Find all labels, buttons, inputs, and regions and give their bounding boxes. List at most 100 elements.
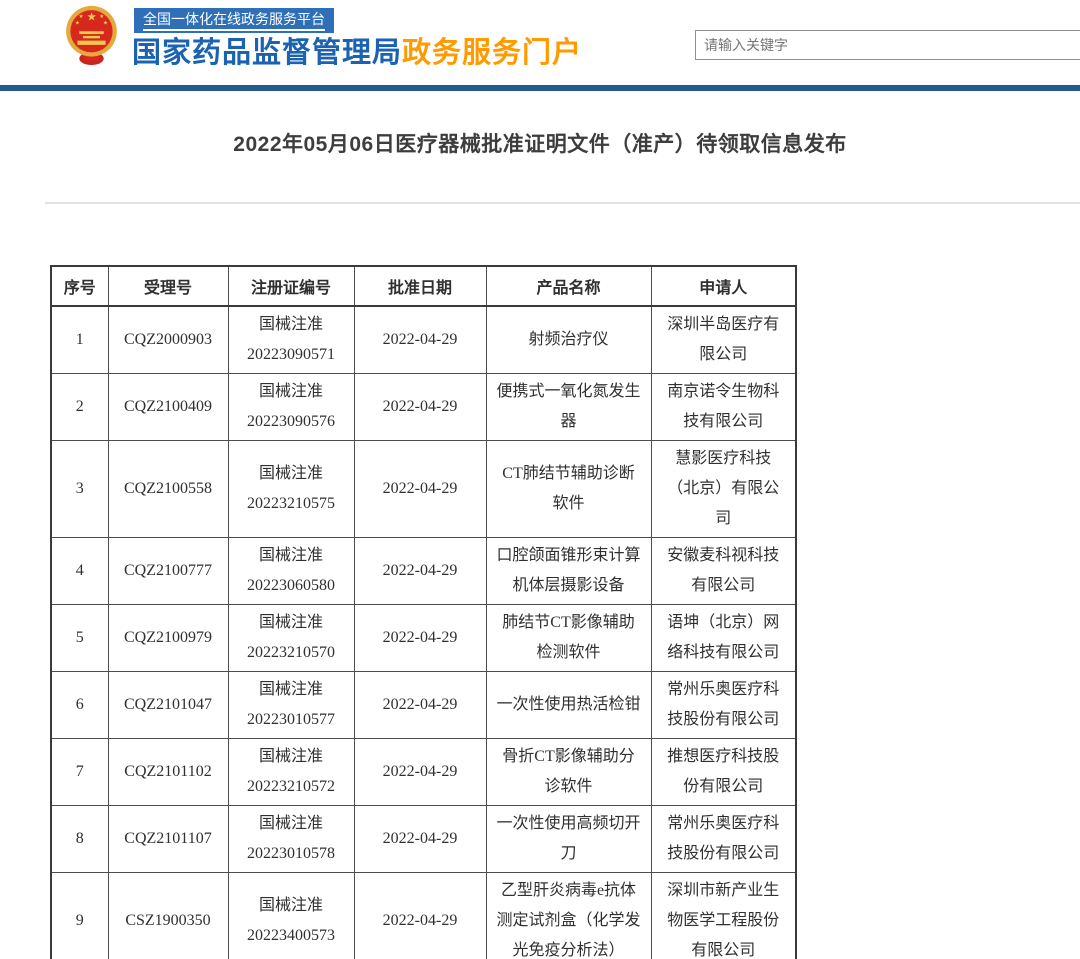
reg-cert-prefix: 国械注准	[235, 809, 348, 839]
cell-product-name: 一次性使用热活检钳	[486, 672, 651, 739]
cell-reg-cert: 国械注准 20223210572	[228, 739, 354, 806]
cell-seq: 1	[51, 306, 108, 374]
cell-reg-cert: 国械注准 20223210570	[228, 605, 354, 672]
reg-cert-number: 20223010578	[235, 839, 348, 869]
cell-applicant: 常州乐奥医疗科技股份有限公司	[651, 672, 796, 739]
cell-approval-date: 2022-04-29	[354, 873, 486, 959]
reg-cert-prefix: 国械注准	[235, 891, 348, 921]
cell-acceptance-no: CQZ2100979	[108, 605, 228, 672]
cell-approval-date: 2022-04-29	[354, 306, 486, 374]
national-emblem-icon: ★ ★ ★ ★ ★	[63, 4, 120, 66]
cell-acceptance-no: CQZ2100409	[108, 374, 228, 441]
cell-seq: 6	[51, 672, 108, 739]
cell-seq: 9	[51, 873, 108, 959]
cell-product-name: 一次性使用高频切开刀	[486, 806, 651, 873]
reg-cert-number: 20223210575	[235, 489, 348, 519]
col-header-applicant: 申请人	[651, 266, 796, 306]
svg-text:★: ★	[79, 13, 84, 20]
cell-applicant: 深圳半岛医疗有限公司	[651, 306, 796, 374]
site-title-secondary: 政务服务门户	[402, 37, 582, 69]
cell-approval-date: 2022-04-29	[354, 806, 486, 873]
cell-acceptance-no: CSZ1900350	[108, 873, 228, 959]
cell-acceptance-no: CQZ2100777	[108, 538, 228, 605]
search-input[interactable]	[695, 30, 1080, 60]
reg-cert-number: 20223060580	[235, 571, 348, 601]
cell-seq: 7	[51, 739, 108, 806]
cell-product-name: 便携式一氧化氮发生器	[486, 374, 651, 441]
cell-reg-cert: 国械注准 20223400573	[228, 873, 354, 959]
col-header-approval-date: 批准日期	[354, 266, 486, 306]
cell-applicant: 南京诺令生物科技有限公司	[651, 374, 796, 441]
cell-reg-cert: 国械注准 20223090571	[228, 306, 354, 374]
page-title: 2022年05月06日医疗器械批准证明文件（准产）待领取信息发布	[0, 128, 1080, 158]
reg-cert-prefix: 国械注准	[235, 675, 348, 705]
table-row: 8 CQZ2101107 国械注准 20223010578 2022-04-29…	[51, 806, 796, 873]
reg-cert-number: 20223210572	[235, 772, 348, 802]
cell-product-name: 口腔颌面锥形束计算机体层摄影设备	[486, 538, 651, 605]
col-header-product-name: 产品名称	[486, 266, 651, 306]
cell-product-name: 射频治疗仪	[486, 306, 651, 374]
cell-acceptance-no: CQZ2100558	[108, 441, 228, 538]
table-row: 9 CSZ1900350 国械注准 20223400573 2022-04-29…	[51, 873, 796, 959]
reg-cert-prefix: 国械注准	[235, 377, 348, 407]
svg-text:★: ★	[75, 20, 80, 27]
reg-cert-number: 20223400573	[235, 921, 348, 951]
site-title: 国家药品监督管理局政务服务门户	[132, 29, 582, 71]
cell-product-name: 乙型肝炎病毒e抗体测定试剂盒（化学发光免疫分析法）	[486, 873, 651, 959]
cell-seq: 4	[51, 538, 108, 605]
site-header: ★ ★ ★ ★ ★ 全国一体化在线政务服务平台 国家药品监督管理局政务服务门户	[0, 0, 1080, 85]
cell-applicant: 常州乐奥医疗科技股份有限公司	[651, 806, 796, 873]
svg-text:★: ★	[103, 20, 108, 27]
cell-product-name: CT肺结节辅助诊断软件	[486, 441, 651, 538]
cell-reg-cert: 国械注准 20223060580	[228, 538, 354, 605]
table-header-row: 序号 受理号 注册证编号 批准日期 产品名称 申请人	[51, 266, 796, 306]
cell-applicant: 语坤（北京）网络科技有限公司	[651, 605, 796, 672]
reg-cert-prefix: 国械注准	[235, 608, 348, 638]
col-header-reg-cert-no: 注册证编号	[228, 266, 354, 306]
cell-approval-date: 2022-04-29	[354, 441, 486, 538]
table-row: 1 CQZ2000903 国械注准 20223090571 2022-04-29…	[51, 306, 796, 374]
cell-reg-cert: 国械注准 20223210575	[228, 441, 354, 538]
cell-acceptance-no: CQZ2101107	[108, 806, 228, 873]
header-divider-bar	[0, 85, 1080, 91]
cell-acceptance-no: CQZ2000903	[108, 306, 228, 374]
col-header-acceptance-no: 受理号	[108, 266, 228, 306]
table-row: 4 CQZ2100777 国械注准 20223060580 2022-04-29…	[51, 538, 796, 605]
cell-product-name: 肺结节CT影像辅助检测软件	[486, 605, 651, 672]
site-title-primary: 国家药品监督管理局	[132, 37, 402, 69]
cell-acceptance-no: CQZ2101047	[108, 672, 228, 739]
cell-seq: 5	[51, 605, 108, 672]
page: ★ ★ ★ ★ ★ 全国一体化在线政务服务平台 国家药品监督管理局政务服务门户 …	[0, 0, 1080, 959]
cell-seq: 8	[51, 806, 108, 873]
cell-reg-cert: 国械注准 20223010577	[228, 672, 354, 739]
cell-product-name: 骨折CT影像辅助分诊软件	[486, 739, 651, 806]
svg-text:★: ★	[99, 13, 104, 20]
reg-cert-number: 20223010577	[235, 705, 348, 735]
cell-applicant: 推想医疗科技股份有限公司	[651, 739, 796, 806]
reg-cert-prefix: 国械注准	[235, 459, 348, 489]
cell-reg-cert: 国械注准 20223010578	[228, 806, 354, 873]
table-row: 3 CQZ2100558 国械注准 20223210575 2022-04-29…	[51, 441, 796, 538]
title-divider	[45, 202, 1080, 204]
table-row: 2 CQZ2100409 国械注准 20223090576 2022-04-29…	[51, 374, 796, 441]
cell-reg-cert: 国械注准 20223090576	[228, 374, 354, 441]
cell-approval-date: 2022-04-29	[354, 605, 486, 672]
cell-applicant: 深圳市新产业生物医学工程股份有限公司	[651, 873, 796, 959]
reg-cert-prefix: 国械注准	[235, 310, 348, 340]
cell-approval-date: 2022-04-29	[354, 672, 486, 739]
reg-cert-number: 20223210570	[235, 638, 348, 668]
svg-text:★: ★	[86, 11, 96, 23]
cell-applicant: 安徽麦科视科技有限公司	[651, 538, 796, 605]
cell-acceptance-no: CQZ2101102	[108, 739, 228, 806]
reg-cert-prefix: 国械注准	[235, 541, 348, 571]
table-row: 7 CQZ2101102 国械注准 20223210572 2022-04-29…	[51, 739, 796, 806]
reg-cert-prefix: 国械注准	[235, 742, 348, 772]
cell-seq: 3	[51, 441, 108, 538]
col-header-seq: 序号	[51, 266, 108, 306]
cell-seq: 2	[51, 374, 108, 441]
reg-cert-number: 20223090576	[235, 407, 348, 437]
cell-approval-date: 2022-04-29	[354, 538, 486, 605]
reg-cert-number: 20223090571	[235, 340, 348, 370]
cell-approval-date: 2022-04-29	[354, 374, 486, 441]
cell-applicant: 慧影医疗科技（北京）有限公司	[651, 441, 796, 538]
